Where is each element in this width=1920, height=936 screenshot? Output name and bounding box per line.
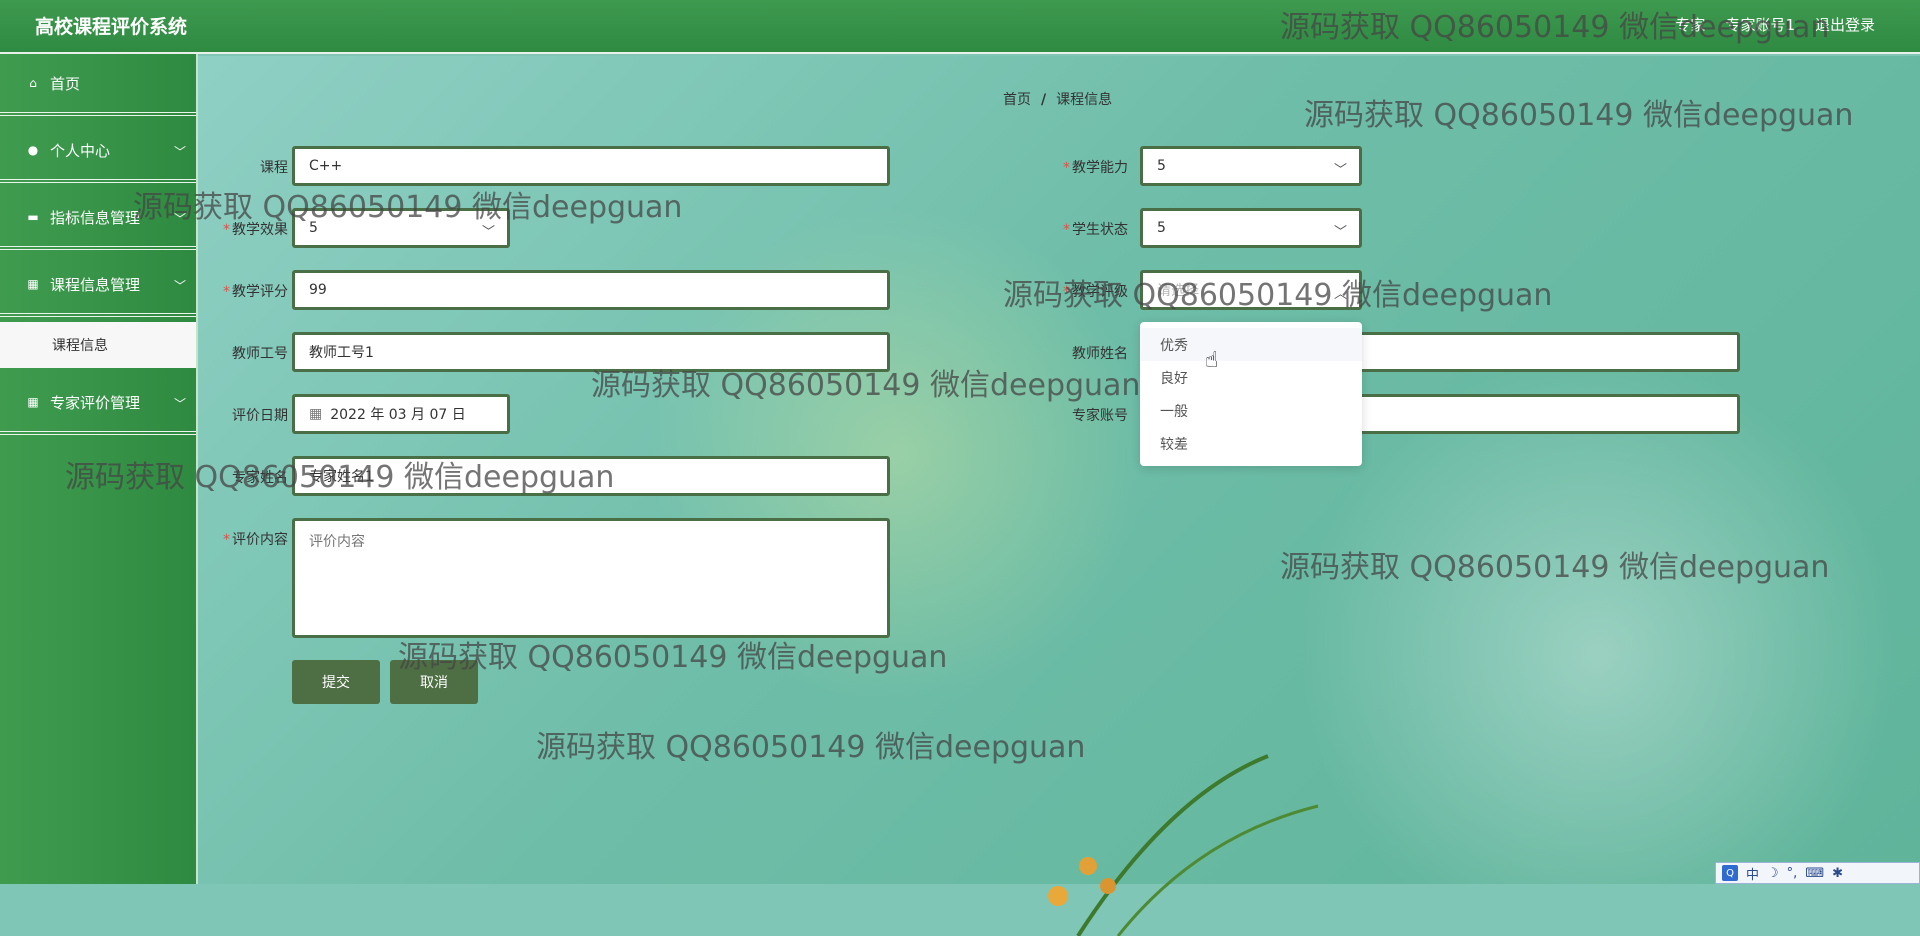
sidebar-item-expert-evaluation[interactable]: ▦ 专家评价管理 ﹀ (0, 373, 196, 435)
dropdown-option[interactable]: 良好 (1140, 361, 1362, 394)
expert-account-label: 专家账号 (1038, 405, 1128, 425)
dropdown-option[interactable]: 较差 (1140, 427, 1362, 460)
required-mark: * (223, 532, 230, 548)
moon-icon: ☽ (1767, 865, 1779, 881)
teacher-id-label: 教师工号 (198, 343, 288, 363)
settings-icon: ✱ (1832, 865, 1843, 881)
course-input[interactable]: C++ (292, 146, 890, 186)
breadcrumb-current: 课程信息 (1056, 92, 1113, 108)
required-mark: * (223, 284, 230, 300)
student-status-label-text: 学生状态 (1072, 222, 1128, 238)
student-status-value: 5 (1157, 220, 1166, 236)
ime-toolbar[interactable]: Q 中 ☽ °, ⌨ ✱ (1715, 862, 1920, 884)
watermark: 源码获取 QQ86050149 微信deepguan (1280, 550, 1830, 585)
watermark: 源码获取 QQ86050149 微信deepguan (133, 190, 683, 225)
app-title: 高校课程评价系统 (35, 16, 188, 38)
course-label: 课程 (198, 157, 288, 177)
ime-language: 中 (1746, 867, 1760, 883)
sidebar-item-label: 首页 (50, 74, 81, 93)
breadcrumb-separator: / (1041, 92, 1047, 108)
home-icon: ⌂ (29, 76, 37, 90)
hand-cursor-icon: ☝ (1205, 348, 1219, 373)
teaching-score-label-text: 教学评分 (232, 284, 288, 300)
teaching-level-dropdown: 优秀 良好 一般 较差 (1140, 322, 1362, 466)
dropdown-option[interactable]: 一般 (1140, 394, 1362, 427)
chat-icon: ▬ (27, 210, 39, 224)
teaching-ability-label: * 教学能力 (1038, 157, 1128, 177)
sidebar-item-course-management[interactable]: ▦ 课程信息管理 ﹀ (0, 255, 196, 317)
eval-date-value: 2022 年 03 月 07 日 (330, 407, 466, 423)
teaching-score-label: * 教学评分 (198, 281, 288, 301)
chevron-down-icon: ﹀ (173, 279, 186, 293)
watermark: 源码获取 QQ86050149 微信deepguan (1280, 10, 1830, 45)
student-status-label: * 学生状态 (1038, 219, 1128, 239)
dropdown-option[interactable]: 优秀 (1140, 328, 1362, 361)
required-mark: * (1063, 160, 1070, 176)
watermark: 源码获取 QQ86050149 微信deepguan (398, 640, 948, 675)
content-label-text: 评价内容 (232, 532, 288, 548)
calendar-icon: ▦ (309, 406, 323, 422)
student-status-select[interactable]: 5 ﹀ (1140, 208, 1362, 248)
chevron-down-icon: ﹀ (1333, 225, 1347, 240)
eval-date-picker[interactable]: ▦ 2022 年 03 月 07 日 (292, 394, 510, 434)
expert-account-label-text: 专家账号 (1072, 408, 1128, 424)
teacher-id-label-text: 教师工号 (232, 346, 288, 362)
chevron-down-icon: ﹀ (173, 145, 186, 159)
eval-date-label-text: 评价日期 (232, 408, 288, 424)
sidebar-item-label: 指标信息管理 (50, 208, 141, 227)
sidebar-item-home[interactable]: ⌂ 首页 (0, 54, 196, 116)
eval-date-label: 评价日期 (198, 405, 288, 425)
chevron-down-icon: ﹀ (1333, 163, 1347, 178)
sidebar-item-label: 课程信息管理 (50, 275, 141, 294)
teaching-ability-select[interactable]: 5 ﹀ (1140, 146, 1362, 186)
keyboard-icon: ⌨ (1805, 865, 1825, 881)
teaching-ability-value: 5 (1157, 158, 1166, 174)
sidebar-item-personal-center[interactable]: ● 个人中心 ﹀ (0, 121, 196, 183)
sidebar-item-label: 专家评价管理 (50, 393, 141, 412)
content-label: * 评价内容 (198, 529, 288, 549)
grass-decoration (1048, 754, 1319, 936)
user-icon: ● (27, 143, 39, 157)
chevron-down-icon: ﹀ (173, 397, 186, 411)
teaching-score-value: 99 (309, 282, 327, 298)
teaching-ability-label-text: 教学能力 (1072, 160, 1128, 176)
punctuation-icon: °, (1786, 865, 1798, 881)
main-content: 首页 / 课程信息 课程 C++ * 教学能力 5 ﹀ * 教学效果 5 ﹀ * 学生状态 5… (65, 56, 1920, 936)
course-value: C++ (309, 158, 343, 174)
content-textarea[interactable] (292, 518, 890, 638)
watermark: 源码获取 QQ86050149 微信deepguan (591, 368, 1141, 403)
sidebar-item-label: 个人中心 (50, 141, 111, 160)
sidebar-subitem-course-info[interactable]: 课程信息 (0, 322, 196, 368)
watermark: 源码获取 QQ86050149 微信deepguan (1304, 98, 1854, 133)
teaching-score-input[interactable]: 99 (292, 270, 890, 310)
grid-icon: ▦ (27, 395, 39, 409)
course-label-text: 课程 (260, 160, 288, 176)
submit-button[interactable]: 提交 (292, 660, 380, 704)
grid-icon: ▦ (27, 277, 39, 291)
breadcrumb: 首页 / 课程信息 (1003, 89, 1112, 109)
watermark: 源码获取 QQ86050149 微信deepguan (536, 730, 1086, 765)
watermark: 源码获取 QQ86050149 微信deepguan (65, 460, 615, 495)
ime-logo-icon: Q (1722, 865, 1738, 881)
required-mark: * (1063, 222, 1070, 238)
watermark: 源码获取 QQ86050149 微信deepguan (1003, 278, 1553, 313)
breadcrumb-home[interactable]: 首页 (1003, 92, 1031, 108)
teacher-id-value: 教师工号1 (309, 345, 374, 361)
